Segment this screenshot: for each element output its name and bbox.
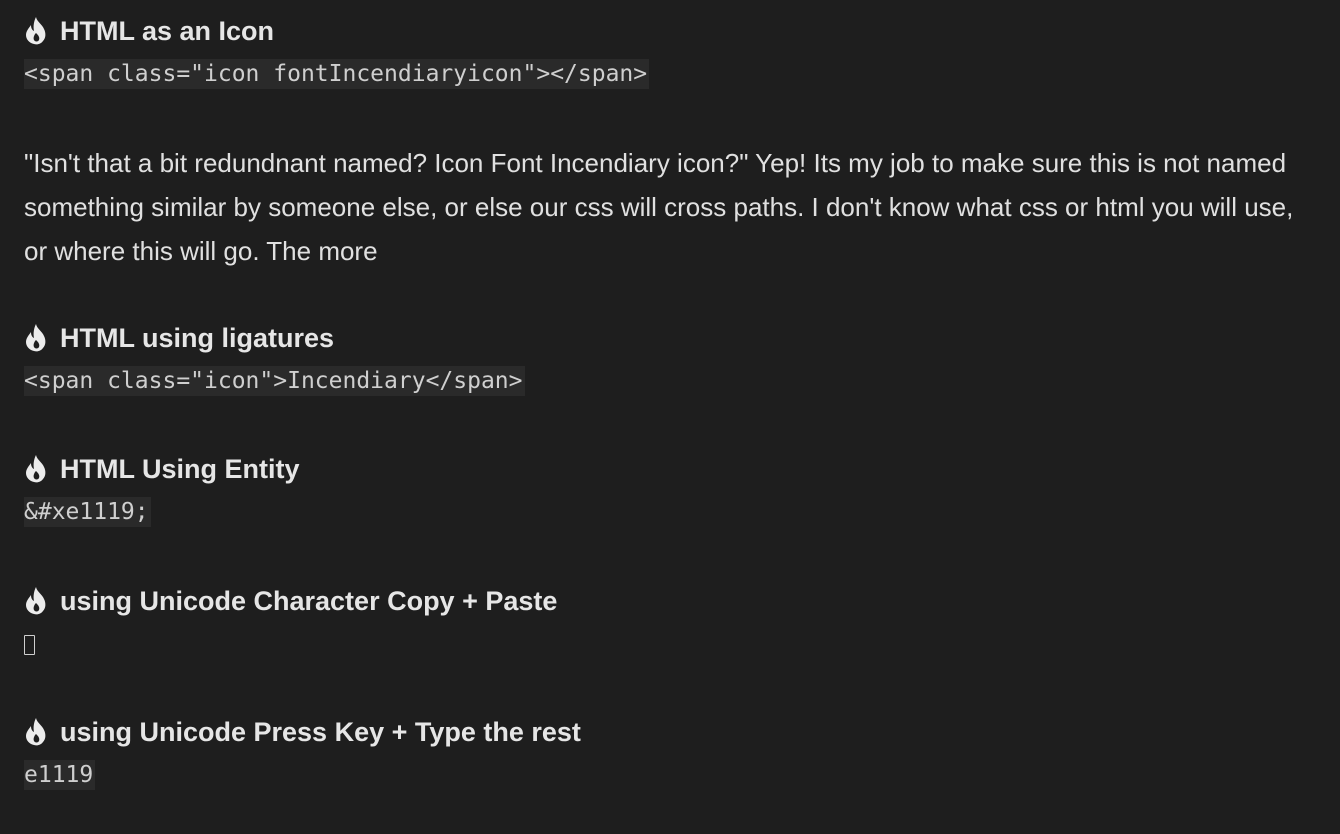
code-snippet: e1119 (24, 760, 96, 790)
code-snippet: <span class="icon fontIncendiaryicon"></… (24, 59, 650, 89)
section-heading-text: HTML as an Icon (60, 16, 275, 46)
section-heading-text: HTML Using Entity (60, 454, 300, 484)
flame-icon (24, 586, 50, 616)
section-html-entity: HTML Using Entity &#xe1119; (24, 451, 1316, 529)
section-heading: HTML using ligatures (24, 320, 1316, 356)
section-unicode-copy-paste: using Unicode Character Copy + Paste (24, 583, 1316, 667)
section-html-ligatures: HTML using ligatures <span class="icon">… (24, 320, 1316, 398)
code-snippet: &#xe1119; (24, 497, 151, 527)
section-heading-text: using Unicode Character Copy + Paste (60, 586, 558, 616)
section-heading: using Unicode Character Copy + Paste (24, 583, 1316, 619)
missing-glyph-box (24, 635, 35, 655)
document-page: HTML as an Icon <span class="icon fontIn… (0, 0, 1340, 834)
section-heading: HTML as an Icon (24, 13, 1316, 49)
code-snippet: <span class="icon">Incendiary</span> (24, 366, 525, 396)
flame-icon (24, 323, 50, 353)
section-heading: HTML Using Entity (24, 451, 1316, 487)
description-paragraph: "Isn't that a bit redundnant named? Icon… (24, 148, 1294, 266)
flame-icon (24, 717, 50, 747)
section-heading-text: HTML using ligatures (60, 323, 335, 353)
flame-icon (24, 454, 50, 484)
description-paragraph-block: "Isn't that a bit redundnant named? Icon… (24, 141, 1316, 273)
section-unicode-press-key: using Unicode Press Key + Type the rest … (24, 714, 1316, 792)
section-heading: using Unicode Press Key + Type the rest (24, 714, 1316, 750)
section-heading-text: using Unicode Press Key + Type the rest (60, 717, 581, 747)
section-html-as-icon: HTML as an Icon <span class="icon fontIn… (24, 13, 1316, 91)
flame-icon (24, 16, 50, 46)
